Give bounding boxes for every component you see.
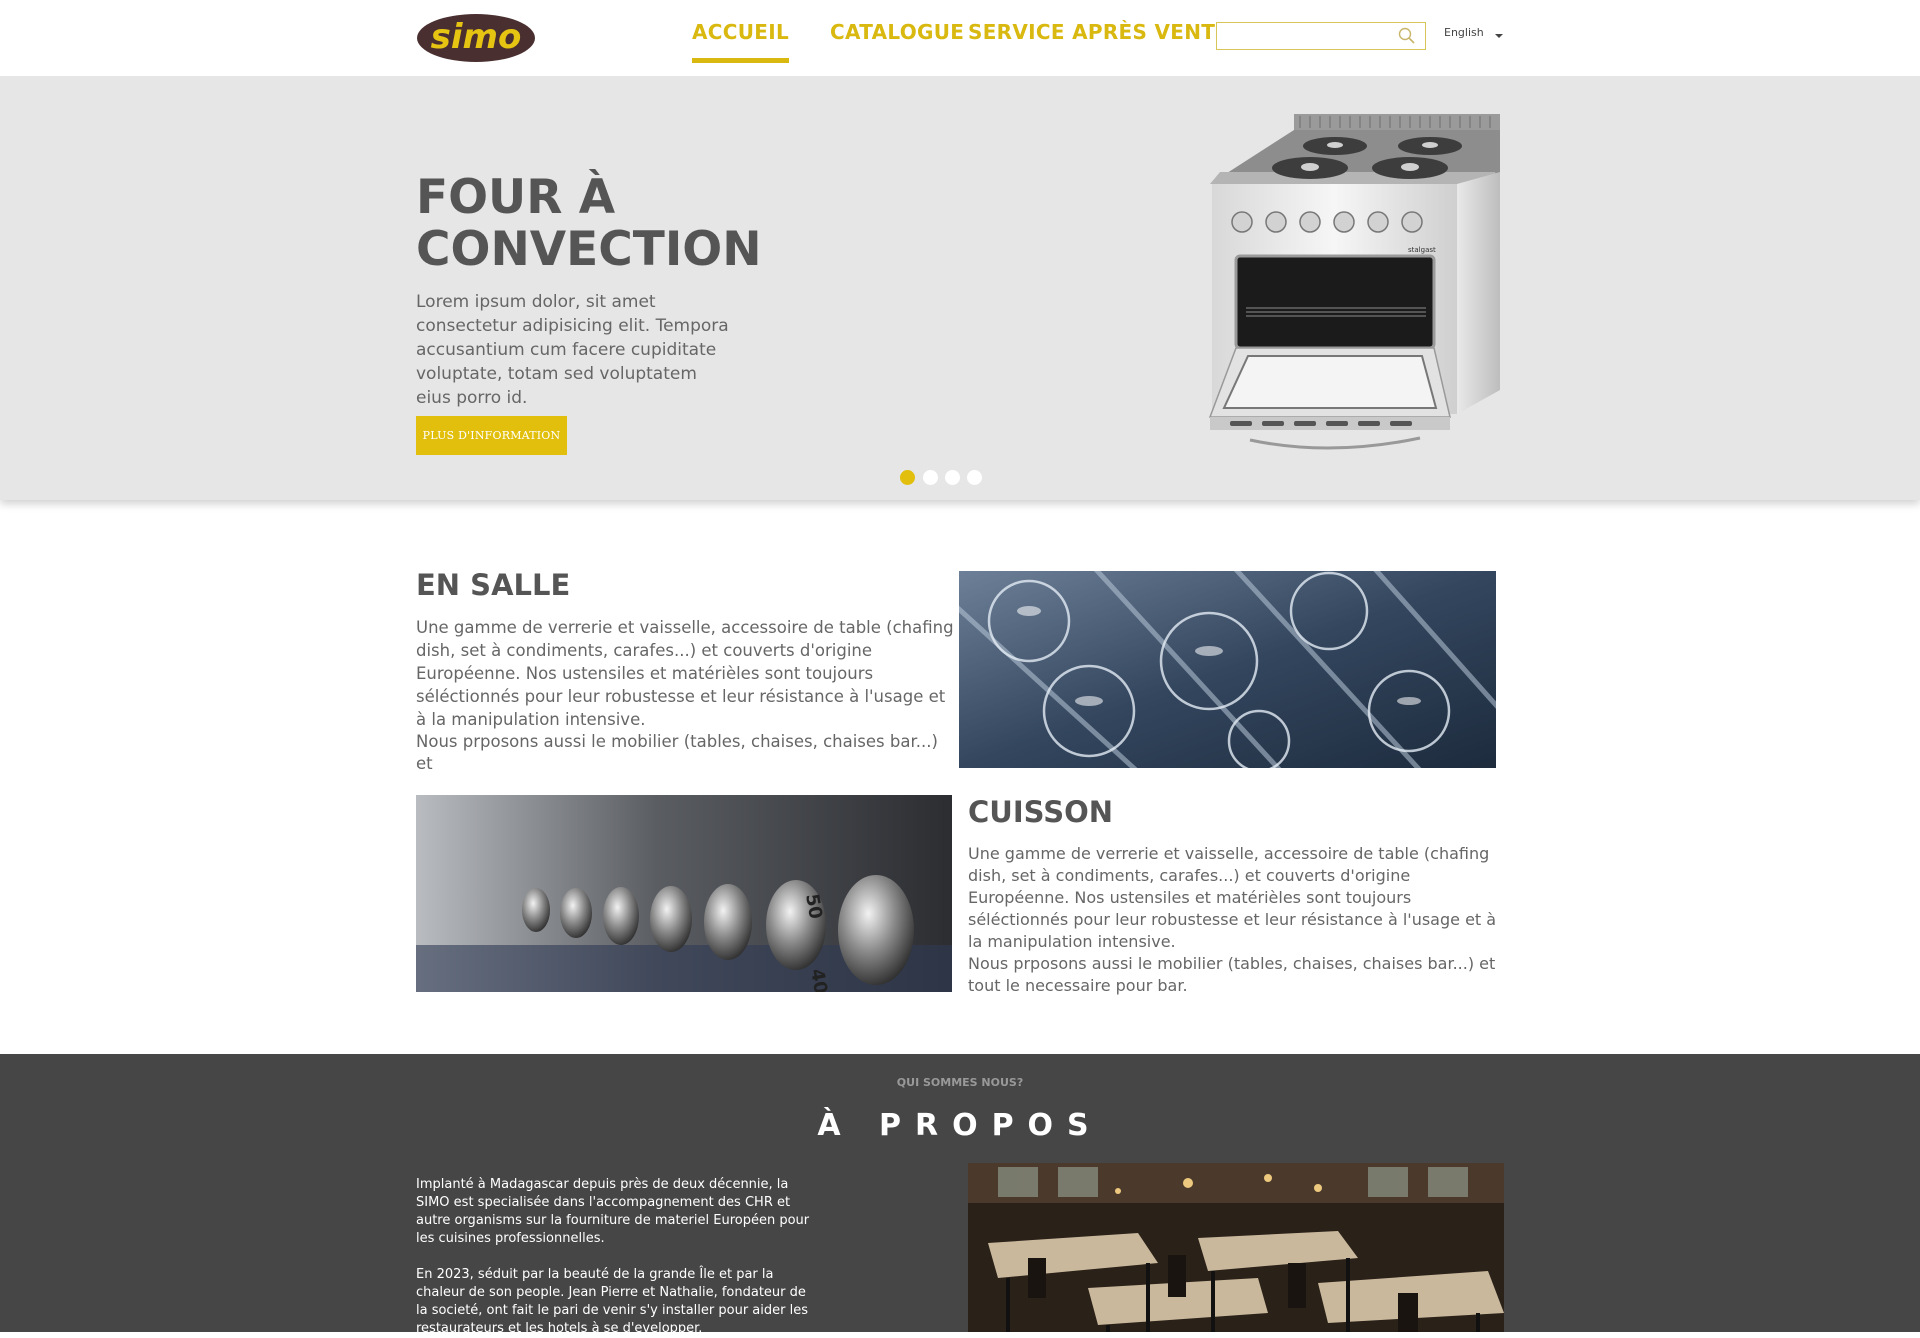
en-salle-title: EN SALLE [416,568,571,602]
cuisson-text-2: Nous prposons aussi le mobilier (tables,… [968,954,1496,995]
en-salle-text-2: Nous prposons aussi le mobilier (tables,… [416,732,938,773]
more-info-button[interactable]: PLUS D'INFORMATION [416,416,567,455]
about-text-2: En 2023, séduit par la beauté de la gran… [416,1267,808,1336]
chevron-down-icon[interactable] [1495,34,1503,38]
slide-dot-2[interactable] [923,470,938,485]
slide-dot-4[interactable] [967,470,982,485]
knob-label-50: 50 [801,892,826,920]
about-text-1: Implanté à Madagascar depuis près de deu… [416,1177,810,1246]
about-kicker: QUI SOMMES NOUS? [896,1076,1024,1089]
hero-title-line-1: FOUR À [416,170,616,225]
hero-description: Lorem ipsum dolor, sit amet consectetur … [416,292,729,408]
language-selector[interactable]: English [1444,26,1484,39]
search-input[interactable] [1223,26,1387,48]
hero-title-line-2: CONVECTION [416,222,762,277]
cuisson-text-1: Une gamme de verrerie et vaisselle, acce… [968,844,1497,951]
slide-dot-1[interactable] [900,470,915,485]
site-header: simo ACCUEIL CATALOGUE SERVICE APRÈS VEN… [0,0,1920,76]
restaurant-photo [968,1163,1504,1332]
hero-title: FOUR À CONVECTION [416,172,816,276]
search-icon[interactable] [1397,26,1417,46]
nav-accueil[interactable]: ACCUEIL [692,20,789,44]
nav-catalogue[interactable]: CATALOGUE [830,20,964,44]
hero-slider: FOUR À CONVECTION Lorem ipsum dolor, sit… [0,76,1920,500]
nav-service-apres-vente[interactable]: SERVICE APRÈS VENTE [968,20,1229,44]
cuisson-title: CUISSON [968,795,1114,829]
stove-brand: stalgast [1408,246,1436,254]
nav-active-indicator [692,58,789,63]
stove-image: stalgast [1208,114,1500,450]
search-box[interactable] [1216,22,1426,50]
simo-logo[interactable]: simo [416,13,536,63]
slide-dot-3[interactable] [945,470,960,485]
logo-text: simo [431,17,522,57]
about-section: QUI SOMMES NOUS? À PROPOS Implanté à Mad… [0,1054,1920,1336]
knob-label-40: 40 [806,967,831,992]
oven-knobs-photo: 50 40 [416,795,952,992]
en-salle-text-1: Une gamme de verrerie et vaisselle, acce… [416,618,954,729]
glassware-photo [959,571,1496,768]
about-title: À PROPOS [817,1108,1103,1143]
